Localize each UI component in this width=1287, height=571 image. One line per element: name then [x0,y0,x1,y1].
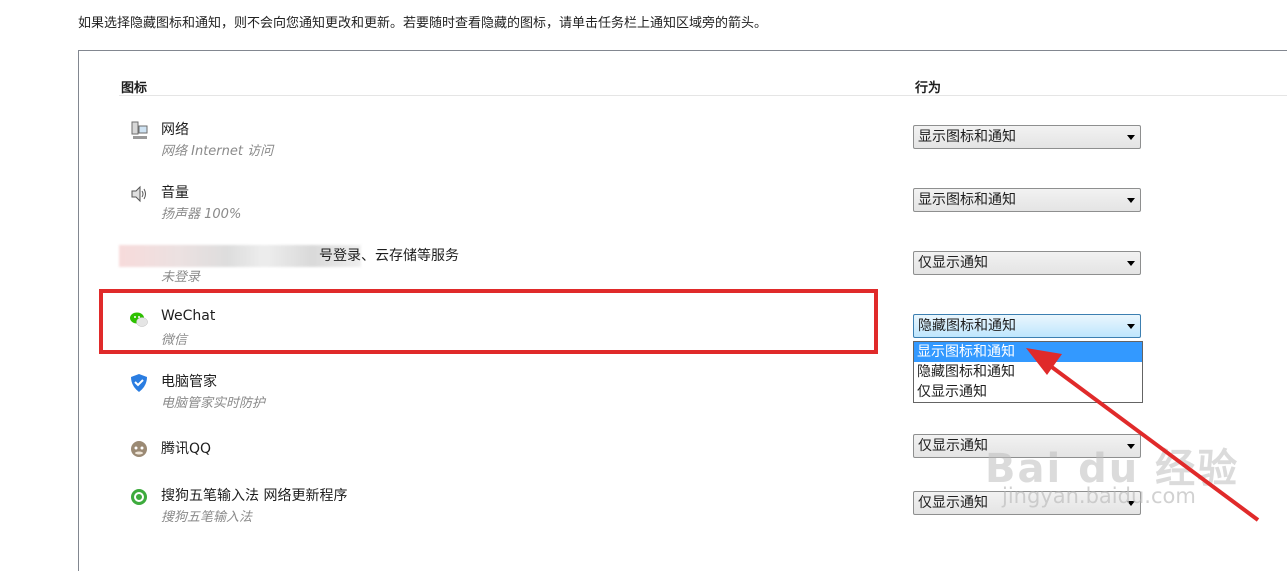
dropdown-option-hide[interactable]: 隐藏图标和通知 [914,362,1142,382]
item-desc: 网络 Internet 访问 [161,144,274,159]
item-desc: 电脑管家实时防护 [161,396,266,411]
network-icon [131,121,148,139]
behavior-select-cloud-service[interactable]: 仅显示通知 [913,251,1141,275]
chevron-down-icon [1127,135,1135,140]
dropdown-option-notify-only[interactable]: 仅显示通知 [914,382,1142,402]
shield-icon [131,374,147,392]
item-name: 腾讯QQ [161,441,212,457]
item-name: 电脑管家 [161,374,217,390]
chevron-down-icon [1127,324,1135,329]
item-desc: 搜狗五笔输入法 [161,510,253,525]
annotation-highlight-box [99,289,878,354]
qq-icon [131,441,147,457]
item-desc: 扬声器 100% [161,207,242,222]
behavior-select-volume[interactable]: 显示图标和通知 [913,188,1141,212]
item-name: 搜狗五笔输入法 网络更新程序 [161,488,348,504]
behavior-select-network[interactable]: 显示图标和通知 [913,125,1141,149]
behavior-dropdown-list[interactable]: 显示图标和通知 隐藏图标和通知 仅显示通知 [913,341,1143,403]
item-name: 号登录、云存储等服务 [319,248,459,264]
chevron-down-icon [1127,198,1135,203]
header-behavior: 行为 [915,81,942,96]
item-name: 音量 [161,185,189,201]
header-icon: 图标 [121,81,148,96]
chevron-down-icon [1127,261,1135,266]
watermark-url: jingyan.baidu.com [1002,484,1196,508]
header-divider [119,95,1287,96]
intro-text: 如果选择隐藏图标和通知，则不会向您通知更改和更新。若要随时查看隐藏的图标，请单击… [78,16,768,31]
dropdown-option-show[interactable]: 显示图标和通知 [914,342,1142,362]
sogou-icon [131,489,147,505]
item-name: 网络 [161,122,189,138]
behavior-select-wechat[interactable]: 隐藏图标和通知 [913,314,1141,338]
item-desc: 未登录 [161,270,201,285]
speaker-icon [131,185,146,203]
